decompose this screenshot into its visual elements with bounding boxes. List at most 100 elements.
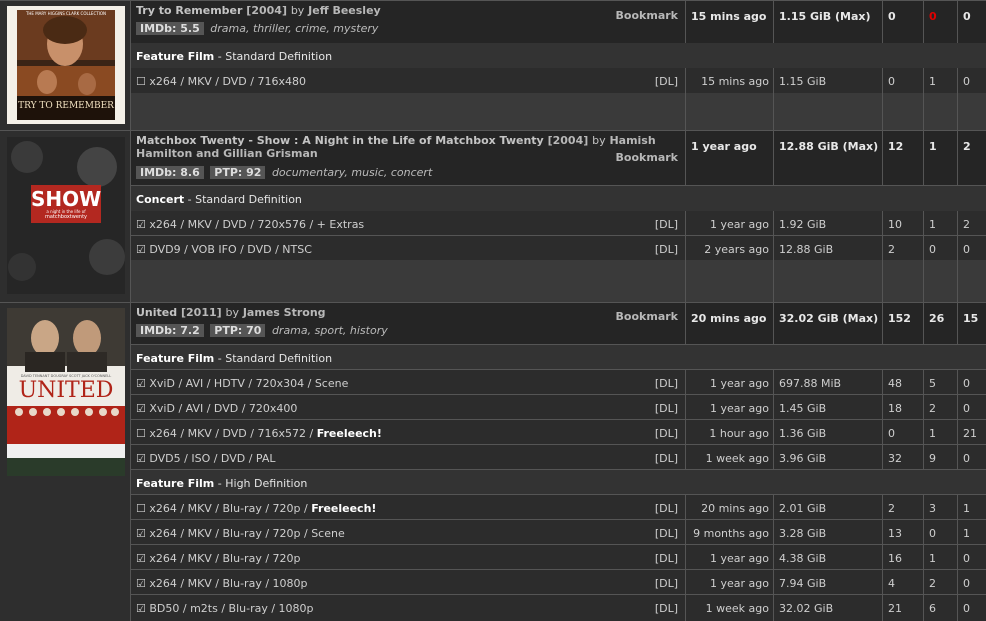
imdb-badge[interactable]: IMDb: 5.5 <box>136 22 204 35</box>
download-link[interactable]: [DL] <box>655 377 678 390</box>
checkbox-icon[interactable]: ☐ <box>136 427 146 440</box>
torrent-format-link[interactable]: x264 / MKV / Blu-ray / 720p / Scene <box>149 527 344 540</box>
download-link[interactable]: [DL] <box>655 243 678 256</box>
download-link[interactable]: [DL] <box>655 577 678 590</box>
torrent-format-link[interactable]: DVD9 / VOB IFO / DVD / NTSC <box>149 243 312 256</box>
torrent-row[interactable]: ☐ x264 / MKV / Blu-ray / 720p / Freeleec… <box>131 495 986 520</box>
movie-group: SHOW a night in the life of matchboxtwen… <box>0 130 986 302</box>
checkbox-icon[interactable]: ☐ <box>136 502 146 515</box>
torrent-row[interactable]: ☑ BD50 / m2ts / Blu-ray / 1080p [DL] 1 w… <box>131 595 986 621</box>
download-link[interactable]: [DL] <box>655 502 678 515</box>
torrent-row[interactable]: ☑ x264 / MKV / Blu-ray / 720p [DL] 1 yea… <box>131 545 986 570</box>
director-link[interactable]: Jeff Beesley <box>308 4 381 17</box>
category-name: Concert <box>136 193 185 206</box>
checkbox-icon[interactable]: ☑ <box>136 577 146 590</box>
checkbox-icon[interactable]: ☑ <box>136 402 146 415</box>
torrent-row[interactable]: ☑ x264 / MKV / DVD / 720x576 / + Extras … <box>131 211 986 236</box>
movie-poster[interactable]: SHOW a night in the life of matchboxtwen… <box>7 137 125 294</box>
movie-group: DAVID TENNANT DOUGRAY SCOTT JACK O'CONNE… <box>0 302 986 621</box>
torrent-row[interactable]: ☑ XviD / AVI / HDTV / 720x304 / Scene [D… <box>131 370 986 395</box>
torrent-format-link[interactable]: XviD / AVI / HDTV / 720x304 / Scene <box>149 377 348 390</box>
torrent-format-link[interactable]: x264 / MKV / DVD / 720x576 / + Extras <box>149 218 364 231</box>
torrent-format-link[interactable]: x264 / MKV / Blu-ray / 720p <box>149 552 300 565</box>
torrent-snatched: 2 <box>888 502 895 515</box>
torrent-format-link[interactable]: x264 / MKV / DVD / 716x480 <box>149 75 306 88</box>
checkbox-icon[interactable]: ☑ <box>136 527 146 540</box>
torrent-snatched: 13 <box>888 527 902 540</box>
freeleech-tag: Freeleech! <box>316 427 382 440</box>
movie-poster[interactable]: DAVID TENNANT DOUGRAY SCOTT JACK O'CONNE… <box>7 308 125 476</box>
download-link[interactable]: [DL] <box>655 402 678 415</box>
download-link[interactable]: [DL] <box>655 427 678 440</box>
poster-band: matchboxtwenty <box>44 214 88 220</box>
category-name: Feature Film <box>136 50 215 63</box>
checkbox-icon[interactable]: ☑ <box>136 218 146 231</box>
torrent-row[interactable]: ☐ x264 / MKV / DVD / 716x480 [DL] 15 min… <box>131 68 986 93</box>
poster-title: UNITED <box>18 378 114 403</box>
torrent-format-link[interactable]: x264 / MKV / DVD / 716x572 / <box>149 427 316 440</box>
download-link[interactable]: [DL] <box>655 527 678 540</box>
movie-time: 20 mins ago <box>691 312 767 325</box>
movie-seeders: 26 <box>929 312 945 325</box>
imdb-badge[interactable]: IMDb: 8.6 <box>136 166 204 179</box>
quality-label: - Standard Definition <box>214 50 333 63</box>
checkbox-icon[interactable]: ☑ <box>136 602 146 615</box>
movie-leechers: 0 <box>963 10 971 23</box>
director-link[interactable]: James Strong <box>243 306 326 319</box>
genre-list[interactable]: drama, sport, history <box>272 324 388 337</box>
torrent-row[interactable]: ☑ DVD9 / VOB IFO / DVD / NTSC [DL] 2 yea… <box>131 236 986 260</box>
download-link[interactable]: [DL] <box>655 75 678 88</box>
movie-size: 12.88 GiB (Max) <box>779 140 879 153</box>
torrent-leechers: 0 <box>963 377 970 390</box>
poster-cell: DAVID TENNANT DOUGRAY SCOTT JACK O'CONNE… <box>0 303 131 621</box>
bookmark-link[interactable]: Bookmark <box>616 310 678 323</box>
torrent-seeders: 2 <box>929 577 936 590</box>
torrent-time: 1 year ago <box>710 218 769 231</box>
category-row: Concert - Standard Definition <box>131 186 986 212</box>
movie-snatched: 0 <box>888 10 896 23</box>
movie-snatched: 152 <box>888 312 911 325</box>
movie-title-link[interactable]: Try to Remember <box>136 4 242 17</box>
torrent-row[interactable]: ☑ x264 / MKV / Blu-ray / 720p / Scene [D… <box>131 520 986 545</box>
ptp-badge: PTP: 92 <box>210 166 266 179</box>
download-link[interactable]: [DL] <box>655 218 678 231</box>
torrent-format-link[interactable]: BD50 / m2ts / Blu-ray / 1080p <box>149 602 313 615</box>
torrent-row[interactable]: ☑ x264 / MKV / Blu-ray / 1080p [DL] 1 ye… <box>131 570 986 595</box>
genre-list[interactable]: drama, thriller, crime, mystery <box>210 22 378 35</box>
torrent-row[interactable]: ☐ x264 / MKV / DVD / 716x572 / Freeleech… <box>131 420 986 445</box>
imdb-badge[interactable]: IMDb: 7.2 <box>136 324 204 337</box>
torrent-leechers: 0 <box>963 577 970 590</box>
torrent-row[interactable]: ☑ XviD / AVI / DVD / 720x400 [DL] 1 year… <box>131 395 986 420</box>
movie-poster[interactable]: THE MARY HIGGINS CLARK COLLECTION TRY TO… <box>7 6 125 124</box>
torrent-size: 4.38 GiB <box>779 552 827 565</box>
download-link[interactable]: [DL] <box>655 452 678 465</box>
checkbox-icon[interactable]: ☑ <box>136 377 146 390</box>
checkbox-icon[interactable]: ☑ <box>136 243 146 256</box>
poster-cell: THE MARY HIGGINS CLARK COLLECTION TRY TO… <box>0 1 131 130</box>
checkbox-icon[interactable]: ☑ <box>136 452 146 465</box>
bookmark-link[interactable]: Bookmark <box>616 9 678 22</box>
bookmark-link[interactable]: Bookmark <box>616 151 678 164</box>
download-link[interactable]: [DL] <box>655 552 678 565</box>
movie-time: 15 mins ago <box>691 10 767 23</box>
poster-top-text: THE MARY HIGGINS CLARK COLLECTION <box>25 11 107 16</box>
torrent-leechers: 2 <box>963 218 970 231</box>
row-filler <box>131 260 986 302</box>
genre-list[interactable]: documentary, music, concert <box>272 166 432 179</box>
torrent-seeders: 9 <box>929 452 936 465</box>
download-link[interactable]: [DL] <box>655 602 678 615</box>
torrent-format-link[interactable]: x264 / MKV / Blu-ray / 720p / <box>149 502 311 515</box>
movie-title-link[interactable]: United <box>136 306 177 319</box>
torrent-row[interactable]: ☑ DVD5 / ISO / DVD / PAL [DL] 1 week ago… <box>131 445 986 470</box>
quality-label: - High Definition <box>214 477 308 490</box>
quality-label: - Standard Definition <box>184 193 302 206</box>
torrent-size: 1.92 GiB <box>779 218 827 231</box>
torrent-leechers: 1 <box>963 502 970 515</box>
torrent-format-link[interactable]: XviD / AVI / DVD / 720x400 <box>149 402 297 415</box>
torrent-format-link[interactable]: DVD5 / ISO / DVD / PAL <box>149 452 275 465</box>
checkbox-icon[interactable]: ☐ <box>136 75 146 88</box>
torrent-format-link[interactable]: x264 / MKV / Blu-ray / 1080p <box>149 577 307 590</box>
checkbox-icon[interactable]: ☑ <box>136 552 146 565</box>
movie-title-link[interactable]: Matchbox Twenty - Show : A Night in the … <box>136 134 544 147</box>
movie-seeders: 0 <box>929 10 937 23</box>
